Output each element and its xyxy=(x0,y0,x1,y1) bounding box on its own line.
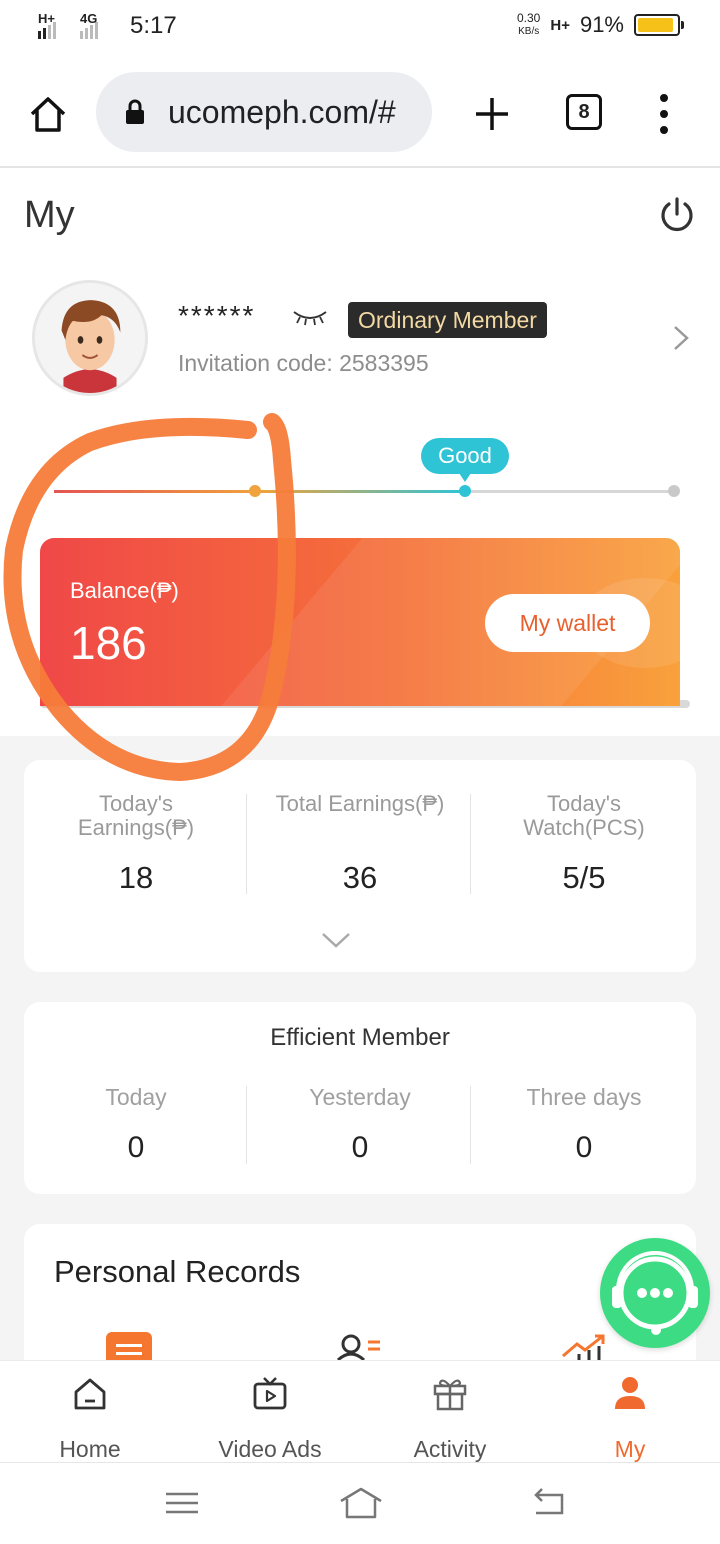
eff-col-three-days: Three days 0 xyxy=(472,1084,696,1165)
network-speed: 0.30 KB/s xyxy=(517,12,540,38)
home-icon xyxy=(74,1378,106,1410)
eff-label: Today xyxy=(105,1084,167,1110)
address-bar[interactable]: ucomeph.com/# xyxy=(96,72,432,152)
user-icon xyxy=(615,1377,645,1409)
balance-value: 186 xyxy=(70,617,147,669)
customer-service-chat-button[interactable] xyxy=(600,1238,710,1348)
video-ads-icon xyxy=(253,1377,287,1410)
stat-todays-watch: Today's Watch(PCS) 5/5 xyxy=(472,792,696,896)
battery-fill xyxy=(638,18,673,32)
nav-label: My xyxy=(614,1436,646,1462)
record-list-icon[interactable] xyxy=(104,1330,154,1360)
network-type-1: H+ xyxy=(38,11,55,26)
bottom-navigation: Home Video Ads Activity My xyxy=(0,1360,720,1462)
nav-label: Home xyxy=(59,1436,121,1462)
masked-username: ****** xyxy=(178,300,256,331)
nav-label: Video Ads xyxy=(218,1436,322,1462)
chevron-down-icon[interactable] xyxy=(320,930,352,950)
system-navigation-bar xyxy=(0,1462,720,1544)
status-bar: H+ 4G 5:17 0.30 KB/s H+ 91% xyxy=(0,0,720,58)
lock-icon xyxy=(126,99,144,124)
system-home-icon[interactable] xyxy=(338,1485,384,1521)
member-level-badge: Ordinary Member xyxy=(348,302,547,338)
stat-label: Today's Watch(PCS) xyxy=(523,791,645,840)
new-tab-icon[interactable] xyxy=(470,92,514,136)
browser-toolbar: ucomeph.com/# 8 xyxy=(0,58,720,168)
level-current-dot xyxy=(459,485,471,497)
eff-value: 0 xyxy=(575,1131,593,1164)
stat-todays-earnings: Today's Earnings(₱) 18 xyxy=(24,792,248,896)
eff-label: Yesterday xyxy=(309,1084,411,1110)
gift-icon xyxy=(433,1379,467,1411)
earnings-stats-panel: Today's Earnings(₱) 18 Total Earnings(₱) … xyxy=(24,760,696,972)
back-icon[interactable] xyxy=(528,1485,568,1521)
eff-label: Three days xyxy=(526,1084,642,1110)
nav-item-activity[interactable]: Activity xyxy=(360,1375,540,1463)
nav-label: Activity xyxy=(413,1436,487,1462)
balance-card: Balance(₱) 186 My wallet xyxy=(40,538,680,706)
stat-label: Total Earnings(₱) xyxy=(275,791,445,816)
efficient-member-title: Efficient Member xyxy=(270,1024,450,1051)
network-type-2: 4G xyxy=(80,11,98,26)
page-title: My xyxy=(24,194,75,236)
nav-item-home[interactable]: Home xyxy=(0,1375,180,1463)
battery-icon xyxy=(634,14,684,36)
eff-value: 0 xyxy=(351,1131,369,1164)
status-right: 0.30 KB/s H+ 91% xyxy=(517,12,684,38)
status-time: 5:17 xyxy=(130,12,177,39)
recent-apps-icon[interactable] xyxy=(162,1485,202,1521)
browser-menu-icon[interactable] xyxy=(650,94,678,134)
eff-col-yesterday: Yesterday 0 xyxy=(248,1084,472,1165)
stat-value: 18 xyxy=(118,860,154,895)
chevron-right-icon[interactable] xyxy=(672,324,690,352)
status-left: H+ 4G 5:17 xyxy=(38,11,177,40)
stat-total-earnings: Total Earnings(₱) 36 xyxy=(248,792,472,896)
eye-closed-icon[interactable] xyxy=(292,308,328,326)
speed-unit: KB/s xyxy=(518,26,540,37)
nav-item-video-ads[interactable]: Video Ads xyxy=(180,1375,360,1463)
url-text: ucomeph.com/# xyxy=(168,93,396,130)
stat-value: 36 xyxy=(342,860,378,895)
efficient-member-panel: Efficient Member Today 0 Yesterday 0 Thr… xyxy=(24,1002,696,1194)
invitation-code: Invitation code: 2583395 xyxy=(178,350,429,376)
my-wallet-button[interactable]: My wallet xyxy=(485,594,650,652)
level-milestone-dot xyxy=(249,485,261,497)
signal-icon-1: H+ xyxy=(38,11,72,39)
nav-item-my[interactable]: My xyxy=(540,1375,720,1463)
speed-value: 0.30 xyxy=(517,11,541,25)
level-progress-track xyxy=(54,485,680,497)
level-current-tag: Good xyxy=(421,438,509,482)
team-record-icon[interactable] xyxy=(334,1330,384,1360)
stat-label: Today's Earnings(₱) xyxy=(77,791,195,840)
chat-support-icon xyxy=(612,1251,698,1335)
logout-power-icon[interactable] xyxy=(658,196,696,234)
browser-home-icon[interactable] xyxy=(26,92,70,136)
avatar-portrait xyxy=(35,283,145,393)
level-end-dot xyxy=(668,485,680,497)
stat-value: 5/5 xyxy=(562,860,606,895)
network-type-3: H+ xyxy=(550,16,570,34)
tab-switcher-button[interactable]: 8 xyxy=(566,94,602,130)
battery-percent: 91% xyxy=(579,12,624,37)
eff-value: 0 xyxy=(127,1131,145,1164)
avatar[interactable] xyxy=(32,280,148,396)
signal-icon-2: 4G xyxy=(80,11,114,39)
balance-label: Balance(₱) xyxy=(70,578,179,603)
eff-col-today: Today 0 xyxy=(24,1084,248,1165)
records-title: Personal Records xyxy=(54,1254,301,1289)
